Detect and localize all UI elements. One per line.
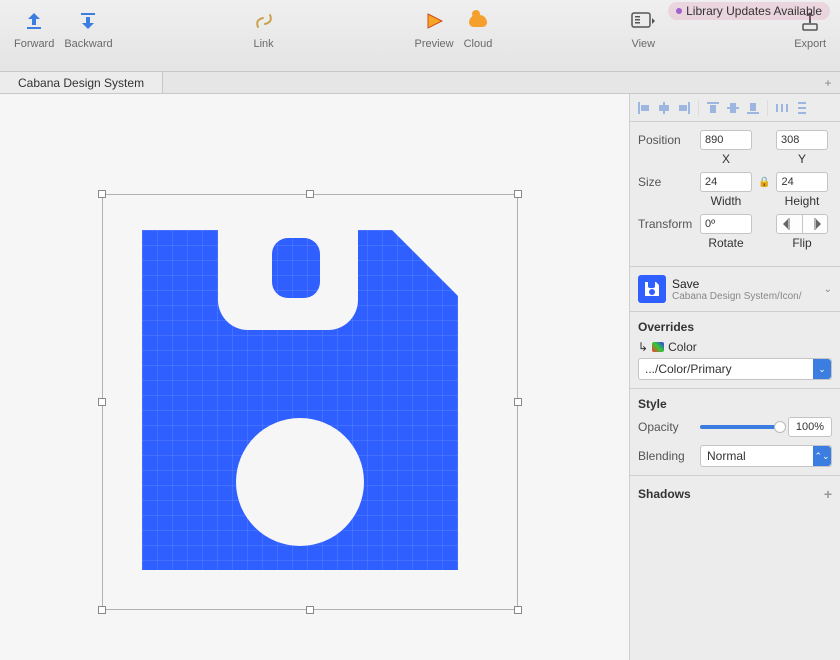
position-x-input[interactable] (700, 130, 752, 150)
transform-label: Transform (638, 217, 694, 231)
cloud-icon (465, 8, 491, 34)
link-icon (251, 8, 277, 34)
symbol-path: Cabana Design System/Icon/ (672, 291, 802, 302)
library-updates-text: Library Updates Available (686, 4, 822, 18)
tab-cabana[interactable]: Cabana Design System (0, 72, 163, 93)
width-input[interactable] (700, 172, 752, 192)
cloud-button[interactable]: Cloud (464, 8, 493, 50)
link-button[interactable]: Link (251, 8, 277, 50)
handle-ne[interactable] (514, 190, 522, 198)
opacity-input[interactable] (788, 417, 832, 437)
inspector: Position XY Size 🔒 WidthHeight Transform (630, 94, 840, 660)
selection[interactable] (102, 194, 518, 610)
backward-button[interactable]: Backward (64, 8, 112, 50)
handle-se[interactable] (514, 606, 522, 614)
flip-group (776, 214, 828, 234)
align-top-icon[interactable] (705, 100, 721, 116)
view-button[interactable]: View (630, 8, 656, 50)
handle-w[interactable] (98, 398, 106, 406)
opacity-label: Opacity (638, 420, 692, 434)
style-header: Style (638, 397, 832, 411)
flip-v-button[interactable] (803, 215, 828, 233)
overrides-header: Overrides (638, 320, 832, 334)
lock-icon[interactable]: 🔒 (758, 177, 770, 188)
override-indent-icon: ↳ (638, 340, 648, 354)
handle-e[interactable] (514, 398, 522, 406)
dropdown-arrow-icon: ⌃⌄ (813, 446, 831, 466)
flip-h-button[interactable] (777, 215, 803, 233)
opacity-slider[interactable] (700, 425, 780, 429)
play-icon (421, 8, 447, 34)
rotate-input[interactable] (700, 214, 752, 234)
document-tabs: Cabana Design System + (0, 72, 840, 94)
align-controls (630, 94, 840, 122)
view-icon (630, 8, 656, 34)
position-y-input[interactable] (776, 130, 828, 150)
upload-icon (21, 8, 47, 34)
download-icon (75, 8, 101, 34)
chevron-down-icon[interactable]: ⌄ (824, 284, 832, 295)
geometry-panel: Position XY Size 🔒 WidthHeight Transform (630, 122, 840, 267)
size-label: Size (638, 175, 694, 189)
library-updates-badge[interactable]: Library Updates Available (668, 2, 830, 20)
blending-select[interactable]: Normal ⌃⌄ (700, 445, 832, 467)
add-shadow-button[interactable]: + (824, 486, 832, 502)
dropdown-arrow-icon: ⌄ (813, 359, 831, 379)
align-bottom-icon[interactable] (745, 100, 761, 116)
handle-sw[interactable] (98, 606, 106, 614)
forward-button[interactable]: Forward (14, 8, 54, 50)
align-hcenter-icon[interactable] (656, 100, 672, 116)
symbol-thumbnail (638, 275, 666, 303)
overrides-section: Overrides ↳Color .../Color/Primary ⌄ (630, 312, 840, 389)
distribute-h-icon[interactable] (774, 100, 790, 116)
align-vcenter-icon[interactable] (725, 100, 741, 116)
selection-border (102, 194, 518, 610)
tab-add-button[interactable]: + (816, 76, 840, 90)
align-left-icon[interactable] (636, 100, 652, 116)
symbol-row[interactable]: Save Cabana Design System/Icon/ ⌄ (630, 267, 840, 312)
blending-label: Blending (638, 449, 692, 463)
height-input[interactable] (776, 172, 828, 192)
handle-s[interactable] (306, 606, 314, 614)
color-override-select[interactable]: .../Color/Primary ⌄ (638, 358, 832, 380)
style-section: Style Opacity Blending Normal ⌃⌄ (630, 389, 840, 476)
shadows-section: Shadows + (630, 476, 840, 512)
handle-n[interactable] (306, 190, 314, 198)
dot-icon (676, 8, 682, 14)
canvas[interactable] (0, 94, 630, 660)
symbol-name: Save (672, 277, 802, 291)
preview-button[interactable]: Preview (414, 8, 453, 50)
align-right-icon[interactable] (676, 100, 692, 116)
handle-nw[interactable] (98, 190, 106, 198)
distribute-v-icon[interactable] (794, 100, 810, 116)
palette-icon (652, 342, 664, 352)
toolbar: Library Updates Available Forward Backwa… (0, 0, 840, 72)
shadows-header: Shadows (638, 487, 691, 501)
position-label: Position (638, 133, 694, 147)
